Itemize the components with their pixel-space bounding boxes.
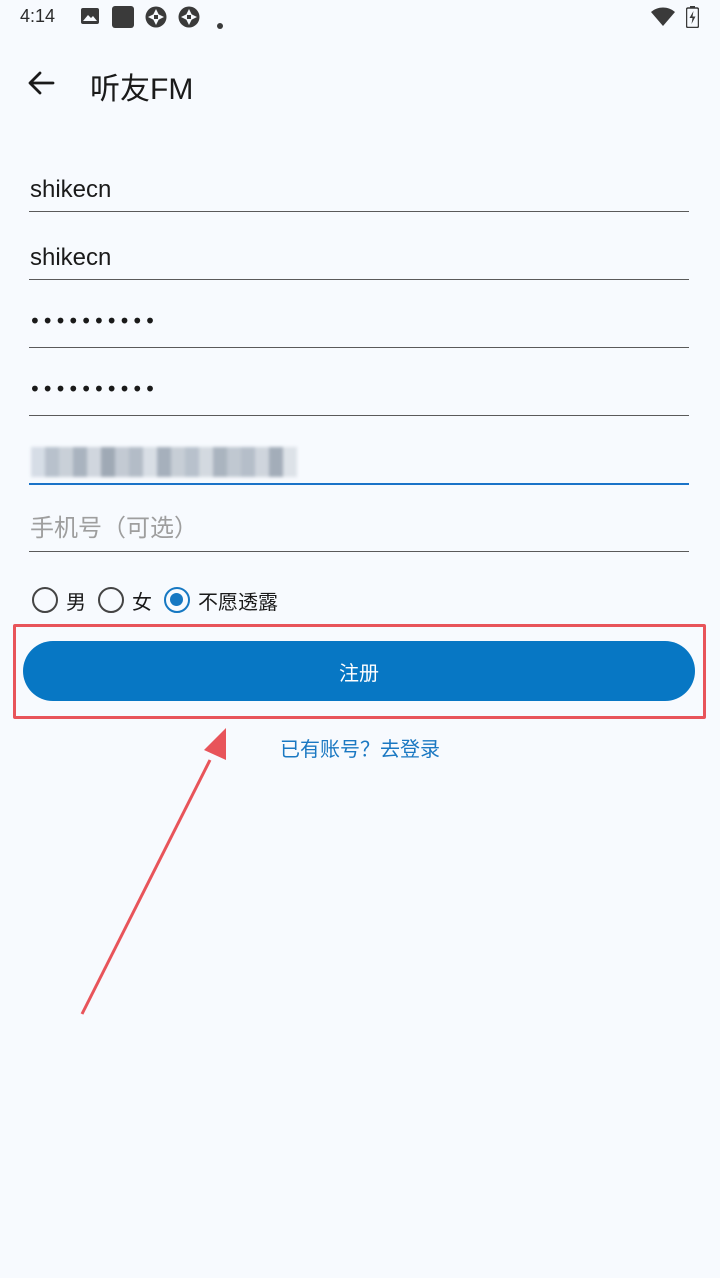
redacted-email-value [31, 447, 297, 477]
status-bar: 4:14 [0, 0, 720, 36]
nickname-field[interactable]: shikecn [29, 227, 689, 280]
wifi-icon [651, 7, 675, 31]
radio-label: 女 [132, 589, 152, 614]
gender-option-female[interactable]: 女 [98, 586, 152, 615]
login-link[interactable]: 已有账号？去登录 [0, 733, 720, 762]
radio-label: 不愿透露 [198, 589, 278, 614]
dot-icon [217, 14, 223, 33]
username-value: shikecn [30, 176, 112, 203]
nickname-value: shikecn [30, 244, 112, 271]
gender-option-undisclosed[interactable]: 不愿透露 [164, 586, 278, 615]
gender-option-male[interactable]: 男 [32, 586, 86, 615]
radio-checked-icon [164, 587, 190, 613]
aperture-icon [145, 6, 167, 32]
page-title: 听友FM [90, 73, 194, 106]
battery-charging-icon [685, 6, 700, 32]
phone-field[interactable]: 手机号（可选） [29, 499, 689, 552]
confirm-password-value: •••••••••• [29, 377, 157, 401]
aperture-icon [178, 6, 200, 32]
register-button[interactable]: 注册 [23, 641, 695, 701]
email-field[interactable] [29, 431, 689, 485]
password-field[interactable]: •••••••••• [29, 295, 689, 348]
radio-label: 男 [66, 589, 86, 614]
photo-icon [80, 6, 100, 30]
password-value: •••••••••• [29, 309, 157, 333]
status-time: 4:14 [20, 6, 56, 26]
radio-unchecked-icon [32, 587, 58, 613]
gender-radio-group: 男 女 不愿透露 [32, 583, 290, 617]
app-bar: 听友FM [0, 48, 720, 120]
username-field[interactable]: shikecn [29, 159, 689, 212]
arrow-left-icon[interactable] [26, 68, 56, 98]
radio-unchecked-icon [98, 587, 124, 613]
phone-placeholder: 手机号（可选） [30, 514, 198, 542]
confirm-password-field[interactable]: •••••••••• [29, 363, 689, 416]
square-icon [112, 6, 134, 32]
